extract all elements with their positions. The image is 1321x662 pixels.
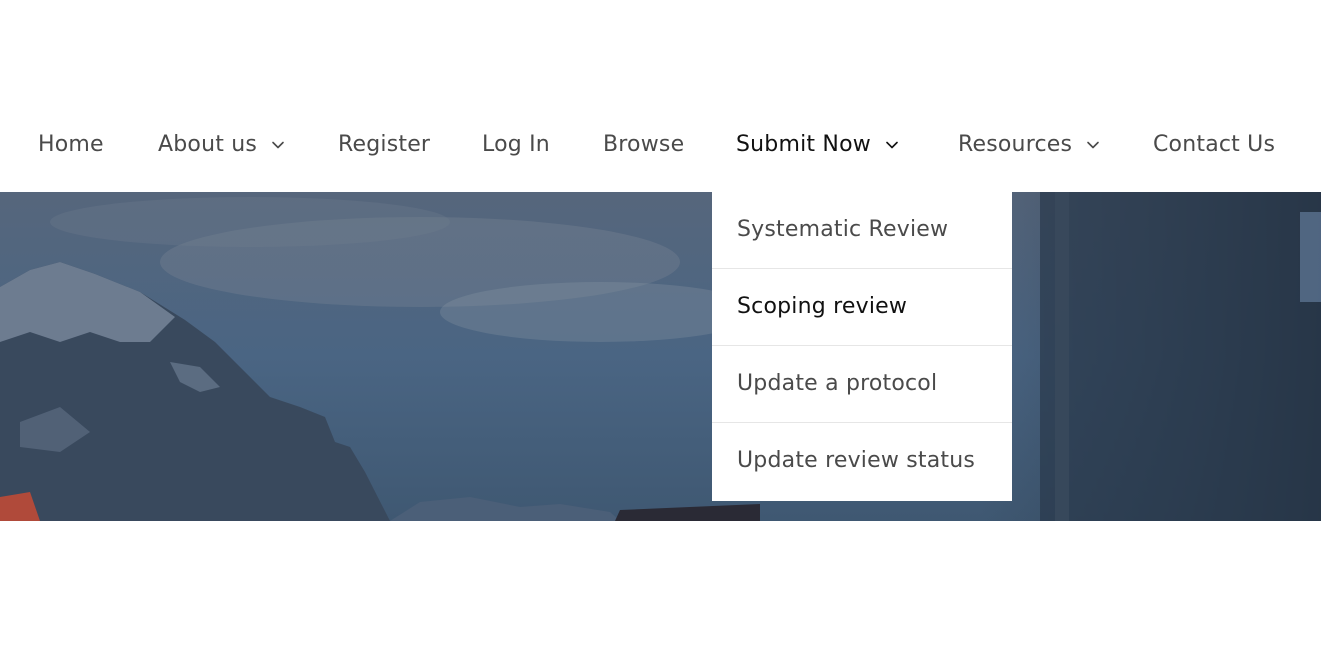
nav-item-label: Register xyxy=(338,132,431,157)
hero-banner-image xyxy=(0,192,1321,521)
menu-item-scoping-review[interactable]: Scoping review xyxy=(712,269,1012,346)
nav-item-label: Resources xyxy=(958,132,1073,157)
nav-item-home[interactable]: Home xyxy=(38,130,104,160)
nav-item-label: Home xyxy=(38,132,104,157)
nav-item-browse[interactable]: Browse xyxy=(603,130,684,160)
chevron-down-icon xyxy=(1085,137,1101,153)
nav-item-submit-now[interactable]: Submit Now xyxy=(736,130,900,160)
menu-item-update-a-protocol[interactable]: Update a protocol xyxy=(712,346,1012,423)
page: Home About us Register Log In Browse Sub… xyxy=(0,0,1321,662)
menu-item-update-review-status[interactable]: Update review status xyxy=(712,423,1012,499)
nav-item-label: Log In xyxy=(482,132,550,157)
chevron-down-icon xyxy=(270,137,286,153)
nav-item-label: Submit Now xyxy=(736,132,871,157)
nav-item-label: Browse xyxy=(603,132,685,157)
submit-now-dropdown-menu: Systematic Review Scoping review Update … xyxy=(712,192,1012,501)
nav-item-register[interactable]: Register xyxy=(338,130,430,160)
main-navigation: Home About us Register Log In Browse Sub… xyxy=(0,100,1321,192)
nav-item-contact-us[interactable]: Contact Us xyxy=(1153,130,1275,160)
chevron-down-icon xyxy=(884,137,900,153)
nav-item-about-us[interactable]: About us xyxy=(158,130,286,160)
menu-item-systematic-review[interactable]: Systematic Review xyxy=(712,192,1012,269)
nav-item-label: Contact Us xyxy=(1153,132,1276,157)
nav-item-label: About us xyxy=(158,132,258,157)
nav-item-resources[interactable]: Resources xyxy=(958,130,1101,160)
nav-item-log-in[interactable]: Log In xyxy=(482,130,550,160)
